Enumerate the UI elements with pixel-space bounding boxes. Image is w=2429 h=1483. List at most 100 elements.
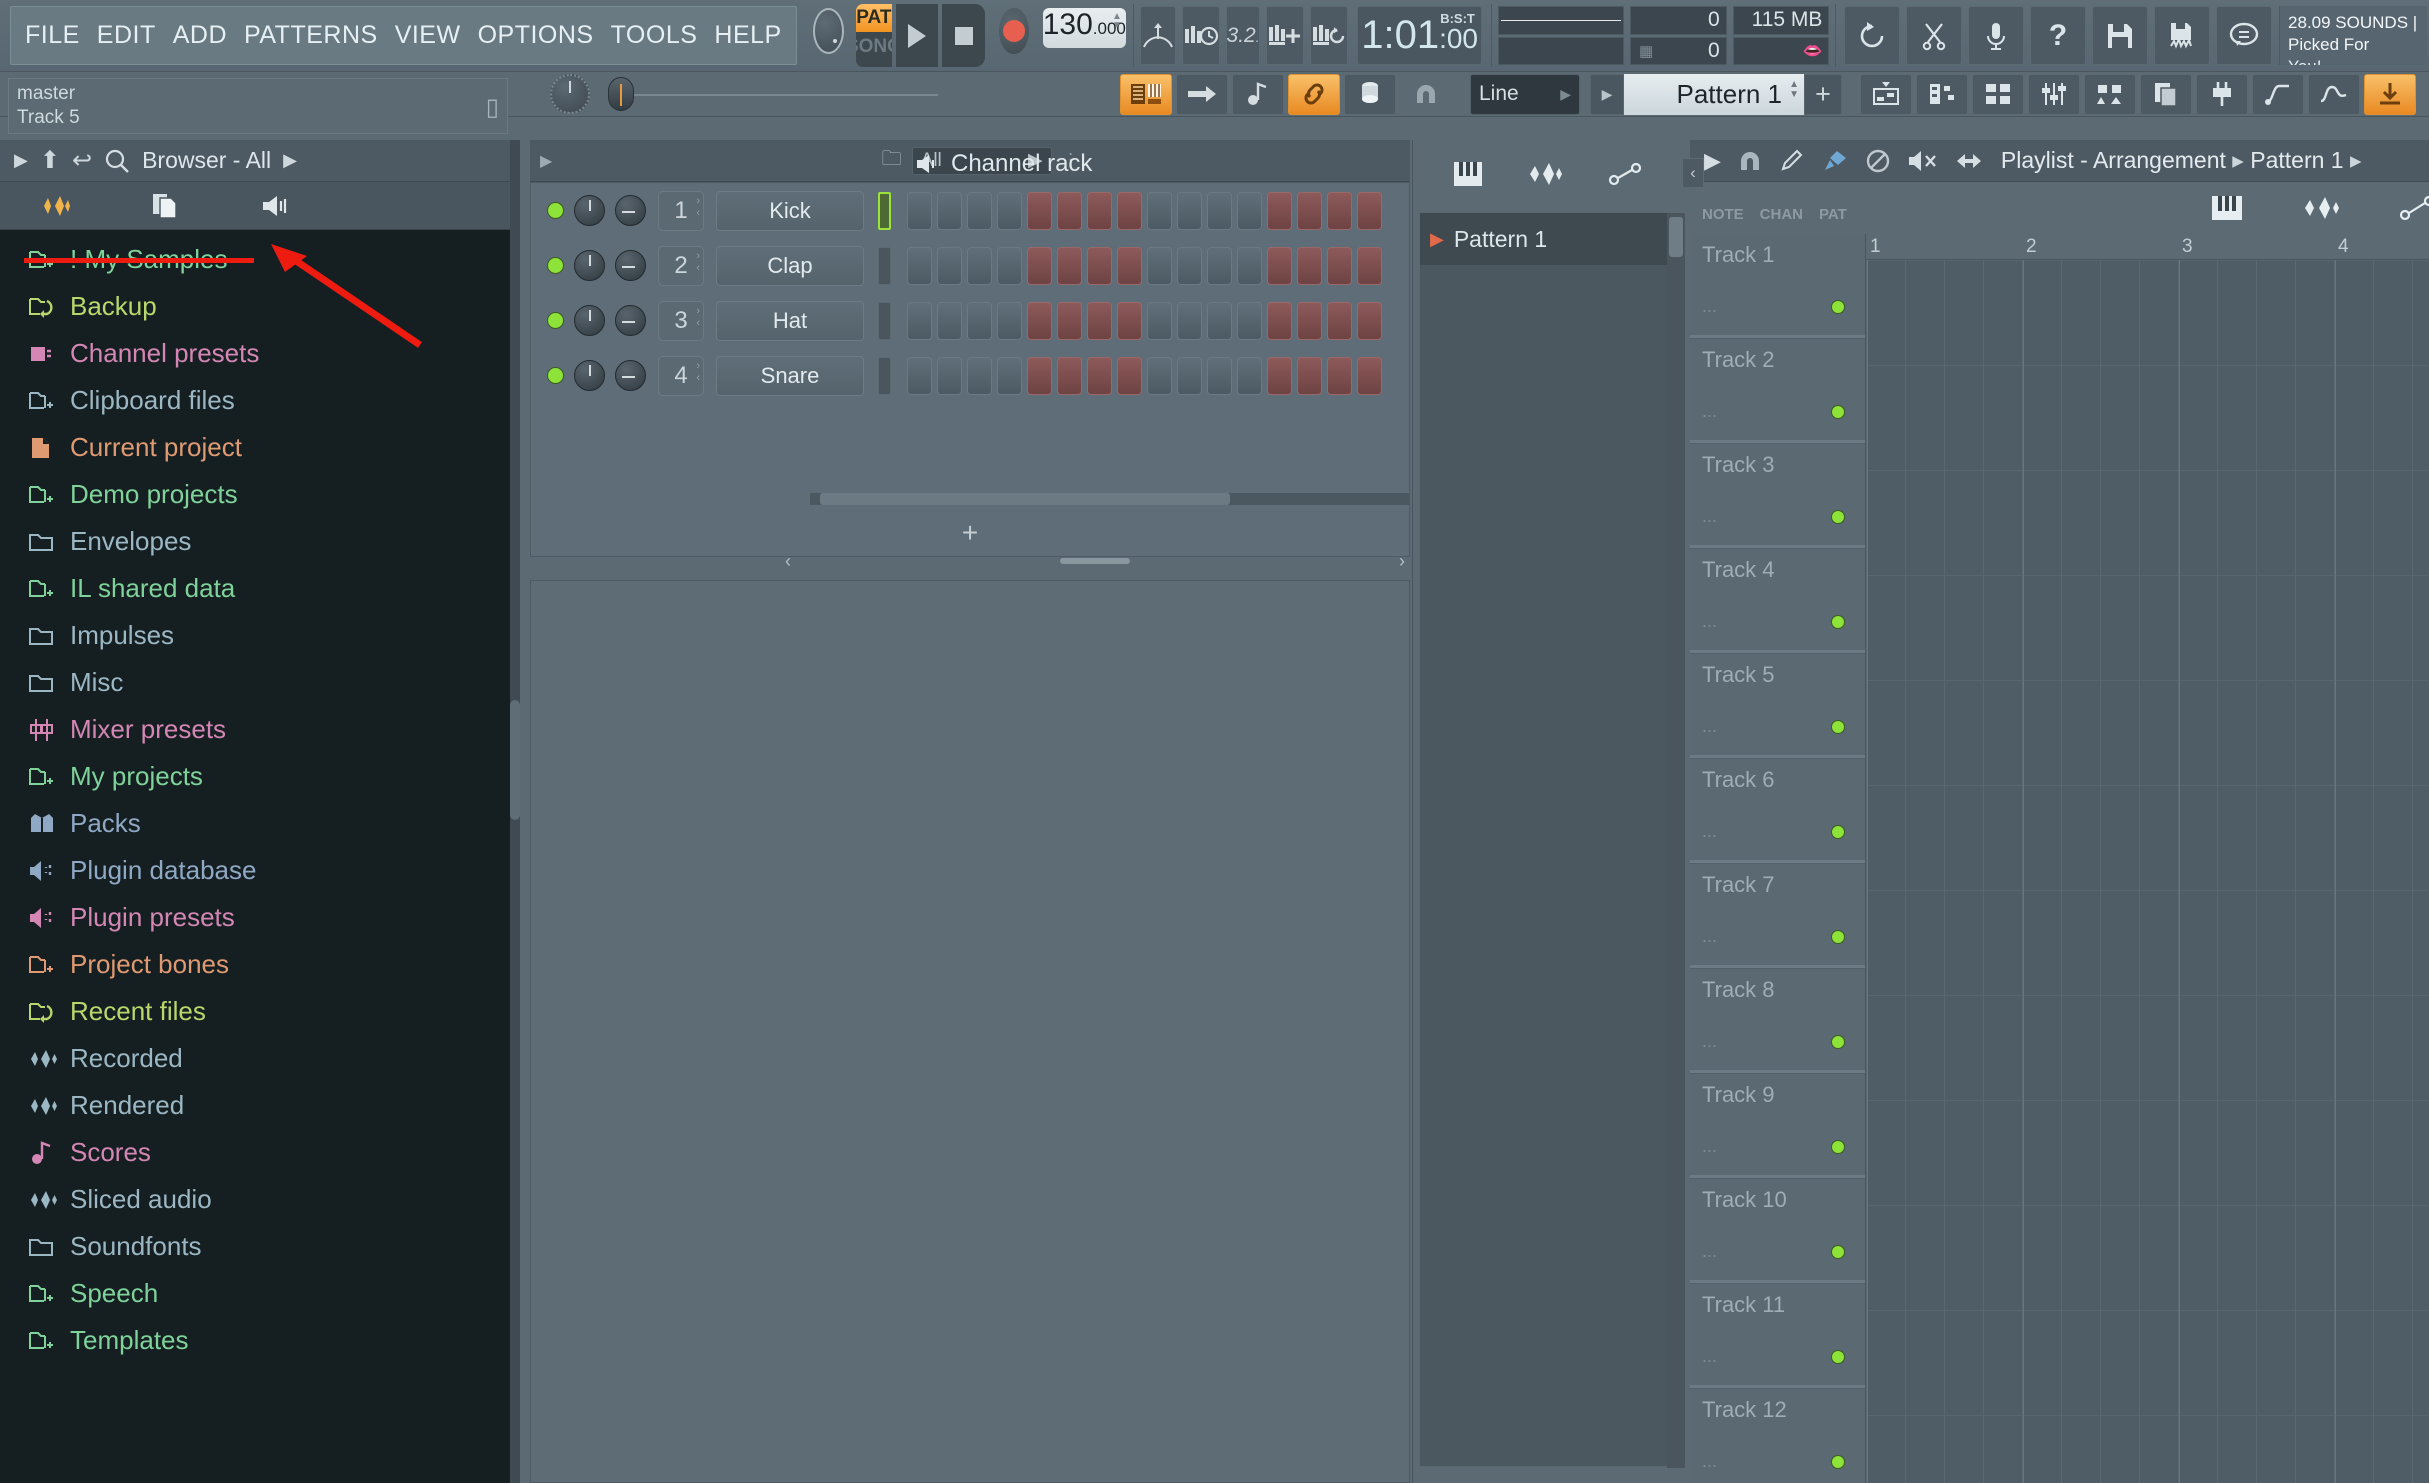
wave-icon[interactable] xyxy=(2300,195,2342,221)
step-button[interactable] xyxy=(1057,191,1082,230)
forward-arrow-icon[interactable]: ▶ xyxy=(283,150,297,171)
playlist-track-led[interactable] xyxy=(1831,1245,1845,1259)
menu-item-tools[interactable]: TOOLS xyxy=(611,21,698,50)
search-icon[interactable] xyxy=(104,148,130,174)
record-button[interactable] xyxy=(999,8,1029,54)
mute-icon[interactable] xyxy=(1865,148,1891,174)
browser-item-impulses[interactable]: Impulses xyxy=(0,612,519,659)
pattern-list-scroll-thumb[interactable] xyxy=(1669,217,1683,257)
channel-index[interactable]: 4 › ‹ xyxy=(658,355,704,396)
step-button[interactable] xyxy=(907,301,932,340)
playlist-grid[interactable]: 1234567 xyxy=(1866,234,2429,1483)
channel-name-button[interactable]: Clap xyxy=(716,245,864,286)
step-button[interactable] xyxy=(1297,191,1322,230)
playlist-track[interactable]: Track 12... xyxy=(1690,1389,1865,1483)
step-button[interactable] xyxy=(997,301,1022,340)
channel-index-spinner-icon[interactable]: › ‹ xyxy=(696,250,700,274)
playlist-track-led[interactable] xyxy=(1831,510,1845,524)
step-button[interactable] xyxy=(1207,246,1232,285)
step-button[interactable] xyxy=(1267,191,1292,230)
step-button[interactable] xyxy=(1147,246,1172,285)
step-button[interactable] xyxy=(1057,356,1082,395)
step-button[interactable] xyxy=(1147,301,1172,340)
step-button[interactable] xyxy=(1237,356,1262,395)
expand-arrow-icon[interactable]: ▶ xyxy=(1704,148,1721,174)
channel-rack-vscroll-thumb[interactable] xyxy=(820,493,1230,505)
playlist-track-led[interactable] xyxy=(1831,1350,1845,1364)
mixer-button[interactable] xyxy=(1344,73,1396,115)
step-button[interactable] xyxy=(1117,191,1142,230)
add-channel-button[interactable]: + xyxy=(530,515,1410,551)
automation-icon[interactable] xyxy=(2398,195,2429,221)
step-button[interactable] xyxy=(967,301,992,340)
mixer-track-display[interactable]: master Track 5 ▯ xyxy=(8,78,508,134)
step-button[interactable] xyxy=(1027,246,1052,285)
play-button[interactable] xyxy=(895,4,939,67)
mixer-faders-button[interactable] xyxy=(2028,73,2080,115)
channel-name-button[interactable]: Kick xyxy=(716,190,864,231)
pattern-menu-button[interactable]: ▶ xyxy=(1590,73,1624,115)
plugin-picker-button[interactable] xyxy=(2084,73,2136,115)
step-button[interactable] xyxy=(1207,191,1232,230)
sounds-hint-box[interactable]: 28.09 SOUNDS | Picked For You! xyxy=(2279,6,2427,65)
channel-pan-knob[interactable] xyxy=(615,305,646,336)
speaker-icon[interactable] xyxy=(220,193,330,219)
channel-volume-knob[interactable] xyxy=(574,195,605,226)
browser-item-sliced-audio[interactable]: Sliced audio xyxy=(0,1176,519,1223)
step-button[interactable] xyxy=(1057,246,1082,285)
step-button[interactable] xyxy=(1087,301,1112,340)
channel-volume-knob[interactable] xyxy=(574,250,605,281)
step-button[interactable] xyxy=(1237,301,1262,340)
scissors-icon[interactable] xyxy=(1906,6,1963,65)
channel-enable-led[interactable] xyxy=(547,367,564,384)
browser-item-clipboard-files[interactable]: Clipboard files xyxy=(0,377,519,424)
step-button[interactable] xyxy=(1177,301,1202,340)
step-button[interactable] xyxy=(1207,301,1232,340)
microphone-icon[interactable] xyxy=(1968,6,2025,65)
browser-scroll-thumb[interactable] xyxy=(510,700,520,820)
channel-rack-hscroll[interactable]: ‹ › xyxy=(785,548,1405,574)
step-button[interactable] xyxy=(1177,356,1202,395)
paint-icon[interactable] xyxy=(1821,149,1849,173)
playlist-track-led[interactable] xyxy=(1831,1035,1845,1049)
count-in-icon[interactable] xyxy=(1266,6,1305,65)
metronome-icon[interactable] xyxy=(1181,6,1220,65)
pitch-knob-icon[interactable] xyxy=(1139,6,1176,65)
slip-icon[interactable] xyxy=(1955,149,1985,173)
menu-item-options[interactable]: OPTIONS xyxy=(478,21,594,50)
playlist-track-options-icon[interactable]: ... xyxy=(1702,1241,1717,1262)
playlist-collapse-button[interactable]: ‹ xyxy=(1682,158,1704,188)
step-button[interactable] xyxy=(1147,191,1172,230)
playlist-track[interactable]: Track 3... xyxy=(1690,444,1865,549)
pattern-name-field[interactable]: Pattern 1 ▲ ▼ xyxy=(1624,73,1804,115)
step-button[interactable] xyxy=(1177,246,1202,285)
step-button[interactable] xyxy=(1117,356,1142,395)
step-button[interactable] xyxy=(967,246,992,285)
overdub-icon[interactable] xyxy=(1310,6,1349,65)
playlist-track-options-icon[interactable]: ... xyxy=(1702,1451,1717,1472)
pattern-list-item[interactable]: ▶ Pattern 1 xyxy=(1420,213,1675,265)
playlist-track[interactable]: Track 4... xyxy=(1690,549,1865,654)
step-button[interactable] xyxy=(997,356,1022,395)
step-button[interactable] xyxy=(997,191,1022,230)
download-button[interactable] xyxy=(2364,73,2416,115)
channel-enable-led[interactable] xyxy=(547,257,564,274)
question-icon[interactable]: ? xyxy=(2030,6,2087,65)
step-button[interactable] xyxy=(1237,191,1262,230)
channel-pan-knob[interactable] xyxy=(615,195,646,226)
step-button[interactable] xyxy=(907,356,932,395)
step-button[interactable] xyxy=(1117,246,1142,285)
step-button[interactable] xyxy=(1327,356,1352,395)
step-button[interactable] xyxy=(1327,301,1352,340)
channel-index[interactable]: 2 › ‹ xyxy=(658,245,704,286)
scroll-right-icon[interactable]: › xyxy=(1399,551,1405,572)
playlist-list-button[interactable] xyxy=(1916,73,1968,115)
browser-item-plugin-presets[interactable]: Plugin presets xyxy=(0,894,519,941)
browser-item-plugin-database[interactable]: Plugin database xyxy=(0,847,519,894)
master-volume-slider[interactable] xyxy=(608,74,938,114)
step-button[interactable] xyxy=(1327,246,1352,285)
note-button[interactable] xyxy=(1232,73,1284,115)
browser-item-scores[interactable]: Scores xyxy=(0,1129,519,1176)
playlist-track-options-icon[interactable]: ... xyxy=(1702,926,1717,947)
step-button[interactable] xyxy=(937,301,962,340)
